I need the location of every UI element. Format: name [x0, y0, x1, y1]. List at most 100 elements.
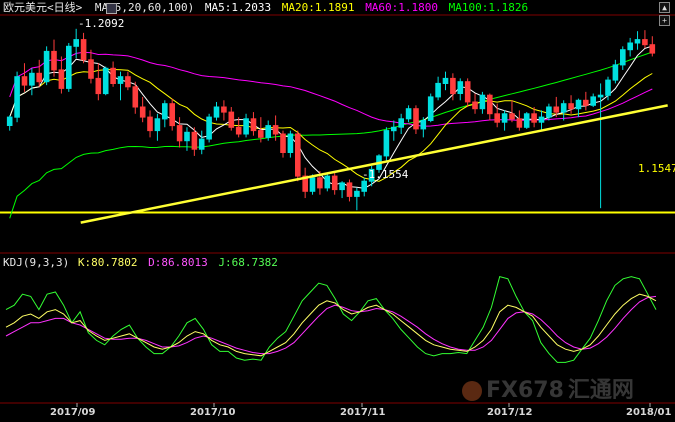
- candle-up: [398, 118, 404, 128]
- candle-down: [80, 39, 87, 61]
- kdj-k-value: K:80.7802: [77, 256, 138, 269]
- candle-down: [642, 39, 648, 46]
- candle-up: [383, 130, 390, 157]
- candle-down: [169, 103, 175, 127]
- candle-up: [102, 67, 109, 95]
- candle-down: [516, 118, 523, 128]
- candle-down: [553, 106, 560, 113]
- candle-up: [590, 96, 597, 106]
- candle-up: [597, 94, 604, 98]
- kdj-params: KDJ(9,3,3): [3, 256, 70, 269]
- candle-down: [125, 76, 131, 88]
- candle-up: [612, 64, 619, 81]
- candle-up: [634, 39, 641, 44]
- candle-up: [560, 103, 567, 113]
- candle-up: [287, 133, 294, 153]
- candle-down: [494, 113, 500, 123]
- kdj-panel: [5, 275, 657, 363]
- low-price-label: -1.1554: [362, 168, 409, 181]
- x-axis-label-dec: 2017/12: [487, 407, 533, 418]
- price-header: 欧元美元<日线> MA(5,20,60,100) MA5:1.2033 MA20…: [3, 1, 528, 15]
- candle-up: [627, 42, 634, 51]
- candle-up: [29, 72, 35, 86]
- candle-down: [191, 131, 198, 150]
- candle-up: [546, 106, 552, 118]
- candle-down: [487, 94, 493, 115]
- candle-down: [464, 81, 471, 103]
- candle-up: [66, 45, 72, 89]
- candle-down: [295, 133, 301, 177]
- candle-down: [280, 133, 286, 153]
- kdj-d-value: D:86.8013: [148, 256, 208, 269]
- candle-up: [523, 113, 530, 128]
- candle-down: [132, 86, 139, 108]
- period-label: <日线>: [47, 1, 83, 14]
- ma20-value: MA20:1.1891: [281, 1, 355, 14]
- trendline: [80, 104, 668, 224]
- candle-up: [427, 96, 434, 122]
- ma100-value: MA100:1.1826: [448, 1, 529, 14]
- scroll-up-icon[interactable]: ▲: [659, 2, 670, 13]
- candle-down: [250, 118, 257, 132]
- candle-down: [413, 108, 419, 130]
- candle-down: [450, 77, 456, 95]
- kdj-header: KDJ(9,3,3) K:80.7802 D:86.8013 J:68.7382: [3, 256, 278, 270]
- x-axis-label-oct: 2017/10: [190, 407, 236, 418]
- ma60-value: MA60:1.1800: [365, 1, 439, 14]
- watermark-logo-icon: [462, 381, 482, 401]
- candle-up: [391, 126, 397, 132]
- candle-up: [43, 50, 50, 83]
- kdj-k-line: [5, 293, 657, 357]
- candle-down: [531, 113, 537, 123]
- candle-up: [117, 76, 124, 84]
- kdj-j-value: J:68.7382: [218, 256, 278, 269]
- candle-up: [198, 138, 205, 150]
- candle-down: [317, 177, 323, 189]
- candle-up: [479, 94, 486, 110]
- candle-up: [206, 116, 212, 140]
- kdj-j-line: [5, 275, 657, 363]
- support-level-label: 1.1547: [638, 162, 675, 175]
- candle-down: [258, 130, 264, 138]
- candle-up: [361, 180, 367, 192]
- instrument-name: 欧元美元: [3, 1, 47, 14]
- candle-down: [147, 116, 153, 132]
- candle-up: [14, 76, 20, 118]
- x-axis-label-nov: 2017/11: [340, 407, 386, 418]
- candle-down: [509, 113, 515, 120]
- candle-up: [265, 125, 271, 138]
- candle-up: [538, 116, 545, 123]
- candle-down: [221, 106, 227, 113]
- candle-up: [213, 106, 220, 118]
- candle-up: [162, 103, 168, 120]
- candle-up: [354, 190, 360, 197]
- candle-down: [51, 50, 57, 71]
- candle-down: [88, 59, 94, 79]
- candle-up: [620, 49, 626, 66]
- watermark: FX678 汇通网: [462, 372, 634, 404]
- candle-up: [501, 113, 508, 123]
- ma-settings-icon[interactable]: [106, 3, 117, 14]
- candle-down: [235, 126, 242, 135]
- candle-down: [36, 72, 43, 83]
- x-axis-label-sep: 2017/09: [50, 407, 96, 418]
- candle-up: [405, 108, 412, 120]
- ma5-value: MA5:1.2033: [204, 1, 272, 14]
- candle-down: [331, 175, 338, 191]
- candle-up: [324, 175, 331, 189]
- candle-down: [472, 101, 478, 110]
- candle-down: [110, 67, 116, 85]
- candle-down: [21, 76, 28, 86]
- candle-down: [346, 182, 353, 197]
- chart-grid: [0, 14, 675, 407]
- candle-down: [176, 125, 183, 142]
- zoom-in-icon[interactable]: +: [659, 15, 670, 26]
- x-axis-label-jan: 2018/01: [626, 407, 672, 418]
- candle-up: [605, 79, 611, 96]
- candlestick-chart[interactable]: [0, 0, 675, 422]
- candle-down: [228, 111, 235, 128]
- candle-up: [442, 77, 449, 85]
- candle-down: [139, 106, 146, 118]
- candle-up: [420, 120, 427, 130]
- candle-up: [184, 131, 190, 142]
